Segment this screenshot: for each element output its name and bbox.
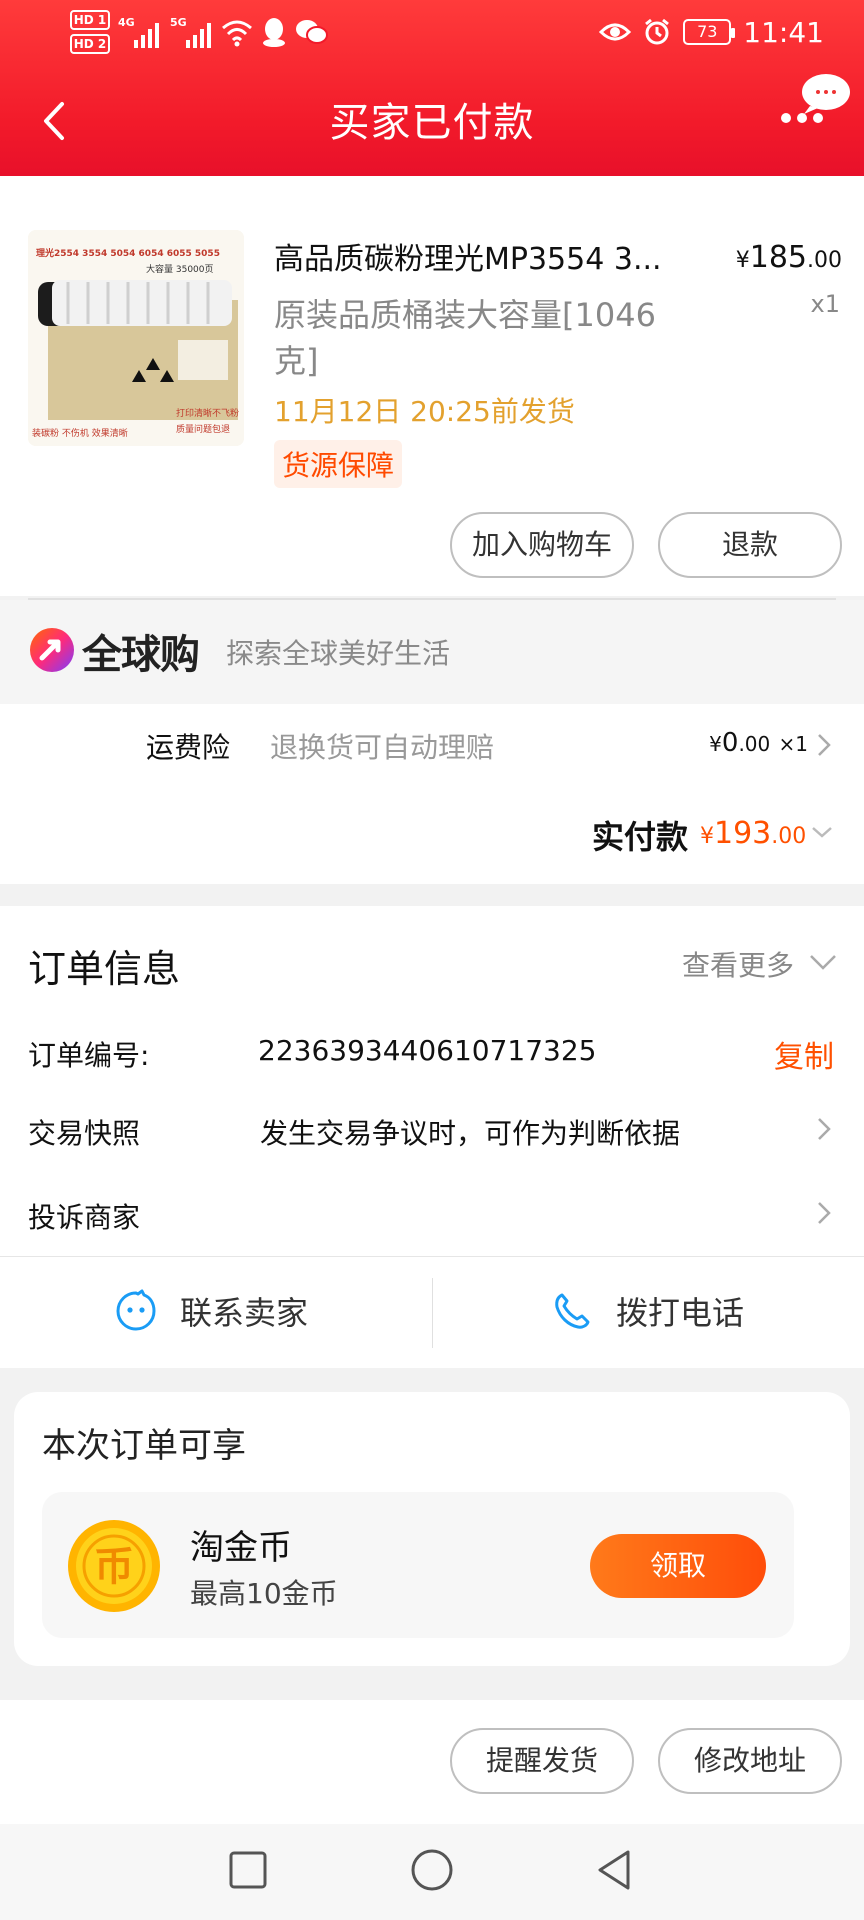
refund-button[interactable]: 退款	[658, 512, 842, 578]
recent-apps-icon[interactable]	[228, 1850, 268, 1890]
contact-seller-label: 联系卖家	[180, 1294, 309, 1332]
eye-icon	[599, 23, 632, 41]
qq-icon	[263, 18, 285, 47]
thumb-capacity-text: 大容量 35000页	[146, 265, 214, 275]
status-bar-left: HD 1 HD 2 4G 5G	[70, 8, 330, 58]
battery-icon: 73	[683, 19, 736, 45]
view-more-link[interactable]: 查看更多	[682, 944, 794, 984]
global-buy-slogan: 探索全球美好生活	[226, 637, 451, 670]
trade-snapshot-label[interactable]: 交易快照	[28, 1112, 140, 1152]
chevron-right-icon[interactable]	[814, 1198, 834, 1228]
change-address-button[interactable]: 修改地址	[658, 1728, 842, 1794]
page-title: 买家已付款	[329, 100, 535, 146]
paid-int: 193	[714, 816, 772, 851]
complain-seller-label[interactable]: 投诉商家	[28, 1196, 140, 1236]
taojinbi-name: 淘金币	[190, 1528, 292, 1568]
claim-button[interactable]: 领取	[590, 1534, 766, 1598]
nav-back-icon[interactable]	[594, 1848, 634, 1892]
product-title[interactable]: 高品质碳粉理光MP3554 3...	[274, 234, 704, 278]
hd2-badge: HD 2	[70, 34, 110, 54]
ship-deadline: 11月12日 20:25前发货	[274, 395, 575, 428]
paid-amount-value: ¥193.00	[700, 816, 806, 851]
divider	[432, 1278, 433, 1348]
add-to-cart-button[interactable]: 加入购物车	[450, 512, 634, 578]
chevron-right-icon[interactable]	[814, 730, 834, 760]
product-sku: 原装品质桶装大容量[1046克]	[274, 296, 656, 380]
paid-dec: .00	[771, 824, 807, 849]
global-buy-logo-icon	[30, 628, 74, 672]
chat-face-icon	[116, 1289, 156, 1331]
home-icon[interactable]	[410, 1848, 454, 1892]
order-info-title: 订单信息	[28, 947, 181, 991]
paid-currency: ¥	[700, 824, 714, 849]
signal-icon-2	[186, 23, 211, 48]
divider	[28, 598, 836, 600]
price-currency: ¥	[735, 248, 750, 273]
price-int: 185	[749, 240, 807, 275]
shipping-insurance-price: ¥0.00 ×1	[709, 728, 808, 758]
shipping-insurance-label: 运费险	[146, 731, 231, 764]
price-dec: .00	[807, 248, 842, 273]
gold-coin-icon: 币	[68, 1520, 160, 1612]
status-bar-right: 73 11:41	[599, 12, 824, 52]
copy-order-number-button[interactable]: 复制	[774, 1032, 834, 1076]
global-buy-logo-text: 全球购	[82, 632, 200, 678]
thumb-feature-text: 装碳粉 不伤机 效果清晰	[32, 429, 128, 439]
product-quantity: x1	[810, 290, 840, 318]
ins-int: 0	[721, 728, 739, 758]
header-bar: HD 1 HD 2 4G 5G 73 11:41 买家已付款	[0, 0, 864, 176]
chevron-down-icon[interactable]	[810, 822, 834, 842]
shipping-insurance-desc: 退换货可自动理赔	[270, 731, 495, 764]
wechat-icon	[296, 20, 328, 44]
order-number-value: 2236393440610717325	[258, 1034, 597, 1067]
remind-ship-button[interactable]: 提醒发货	[450, 1728, 634, 1794]
guarantee-badge: 货源保障	[274, 440, 403, 488]
trade-snapshot-desc[interactable]: 发生交易争议时，可作为判断依据	[260, 1112, 680, 1152]
paid-amount-label: 实付款	[592, 818, 689, 856]
taojinbi-desc: 最高10金币	[190, 1577, 338, 1610]
coin-glyph: 币	[94, 1544, 134, 1590]
wifi-icon	[222, 20, 252, 47]
contact-seller-button[interactable]: 联系卖家	[114, 1286, 308, 1336]
ins-dec: .00	[738, 732, 771, 756]
clock: 11:41	[743, 15, 824, 49]
order-benefits-title: 本次订单可享	[42, 1426, 246, 1466]
ins-qty: ×1	[778, 732, 808, 756]
product-image[interactable]: 理光2554 3554 5054 6054 6055 5055 大容量 3500…	[28, 230, 244, 446]
ins-currency: ¥	[709, 732, 722, 756]
call-phone-label: 拨打电话	[616, 1294, 745, 1332]
thumb-model-text: 理光2554 3554 5054 6054 6055 5055	[36, 249, 220, 259]
signal-icon-1	[134, 23, 159, 48]
product-price: ¥185.00	[736, 240, 842, 275]
call-phone-button[interactable]: 拨打电话	[550, 1286, 744, 1336]
thumb-clear-text: 打印清晰不飞粉	[176, 409, 240, 419]
order-number-label: 订单编号:	[28, 1039, 150, 1072]
thumb-warranty-text: 质量问题包退	[176, 425, 231, 435]
alarm-icon	[645, 18, 670, 45]
hd1-badge: HD 1	[70, 10, 110, 30]
phone-icon	[555, 1293, 590, 1329]
more-menu-button[interactable]	[780, 72, 852, 132]
chevron-right-icon[interactable]	[814, 1114, 834, 1144]
chevron-down-icon[interactable]	[808, 950, 838, 974]
